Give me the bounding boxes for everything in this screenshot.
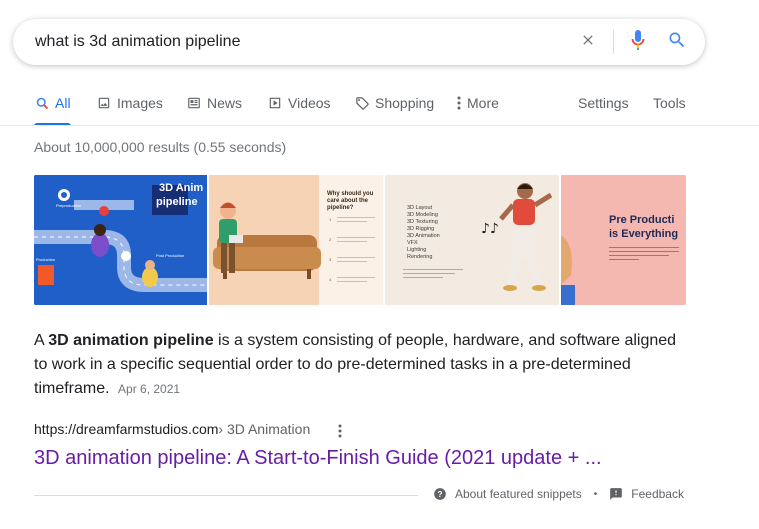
tab-label: More: [467, 95, 499, 111]
feedback-icon: [609, 487, 623, 501]
tab-label: Settings: [578, 95, 629, 111]
image-3-list-8: Rendering: [407, 254, 432, 260]
tab-all[interactable]: All: [34, 94, 71, 126]
tab-images[interactable]: Images: [96, 94, 163, 126]
tab-label: News: [207, 95, 243, 111]
tabs-divider: [0, 125, 759, 126]
result-stats: About 10,000,000 results (0.55 seconds): [34, 139, 287, 155]
search-icon: [34, 95, 50, 111]
featured-image-4[interactable]: Pre Producti is Everything: [561, 175, 686, 305]
snippet-prefix: A: [34, 332, 49, 349]
close-icon: [580, 32, 596, 53]
svg-text:?: ?: [438, 490, 443, 499]
image-3-list-1: 3D Layout: [407, 205, 433, 211]
result-title-link[interactable]: 3D animation pipeline: A Start-to-Finish…: [34, 447, 602, 470]
search-button[interactable]: [663, 19, 691, 65]
tab-tools[interactable]: Tools: [653, 94, 686, 126]
image-1-label-postproduction: Post Production: [156, 253, 184, 258]
tab-label: Tools: [653, 95, 686, 111]
image-2-heading-line1: Why should you: [327, 191, 374, 197]
feedback-link[interactable]: Feedback: [609, 487, 684, 501]
feedback-label: Feedback: [631, 487, 684, 501]
help-icon: ?: [433, 487, 447, 501]
featured-images: 3D Anim pipeline Preproduction Productio…: [34, 175, 686, 305]
image-3-list-5: 3D Animation: [407, 233, 440, 239]
pre-production-illustration: Pre Producti is Everything: [561, 175, 686, 305]
news-icon: [186, 95, 202, 111]
featured-snippet-text: A 3D animation pipeline is a system cons…: [34, 329, 684, 401]
video-icon: [267, 95, 283, 111]
image-4-heading-line1: Pre Producti: [609, 214, 674, 226]
clear-search-button[interactable]: [573, 19, 603, 65]
result-options-button[interactable]: [334, 421, 346, 441]
image-4-heading-line2: is Everything: [609, 228, 678, 240]
image-1-label-production: Production: [36, 257, 55, 262]
tab-shopping[interactable]: Shopping: [354, 94, 434, 126]
tab-label: Videos: [288, 95, 331, 111]
featured-image-3[interactable]: 3D Layout 3D Modeling 3D Texturing 3D Ri…: [385, 175, 559, 305]
image-3-list-3: 3D Texturing: [407, 219, 438, 225]
footer-bullet: •: [593, 488, 598, 500]
pipeline-roadmap-illustration: 3D Anim pipeline Preproduction Productio…: [34, 175, 207, 305]
image-2-heading-line3: pipeline?: [327, 205, 354, 211]
featured-image-1[interactable]: 3D Anim pipeline Preproduction Productio…: [34, 175, 207, 305]
more-vert-icon: [338, 424, 342, 438]
image-1-title-line1: 3D Anim: [159, 182, 203, 194]
tab-settings[interactable]: Settings: [578, 94, 629, 126]
image-3-list-2: 3D Modeling: [407, 212, 438, 218]
tab-more[interactable]: More: [455, 94, 499, 126]
image-1-label-preproduction: Preproduction: [56, 203, 81, 208]
tab-videos[interactable]: Videos: [267, 94, 331, 126]
snippet-date: Apr 6, 2021: [118, 382, 181, 396]
music-note-icon: ♪♪: [481, 221, 499, 237]
image-2-heading-line2: care about the: [327, 198, 369, 204]
tab-news[interactable]: News: [186, 94, 242, 126]
search-input[interactable]: [35, 19, 555, 65]
tab-label: All: [55, 95, 71, 111]
search-icon: [667, 30, 687, 55]
sofa-character-illustration: Why should you care about the pipeline? …: [209, 175, 383, 305]
result-url: https://dreamfarmstudios.com: [34, 421, 219, 437]
tab-label: Shopping: [375, 95, 435, 111]
tag-icon: [354, 95, 370, 111]
microphone-icon: [630, 29, 646, 56]
image-3-list-7: Lighting: [407, 247, 426, 253]
tab-label: Images: [117, 95, 163, 111]
snippet-footer-divider: [34, 495, 418, 496]
search-bar-divider: [613, 30, 614, 54]
snippet-bold-term: 3D animation pipeline: [48, 332, 214, 349]
snippet-footer: ? About featured snippets • Feedback: [433, 487, 684, 501]
dancing-character-illustration: 3D Layout 3D Modeling 3D Texturing 3D Ri…: [385, 175, 559, 305]
search-bar: [13, 19, 705, 65]
image-icon: [96, 95, 112, 111]
about-featured-snippets-link[interactable]: ? About featured snippets: [433, 487, 582, 501]
voice-search-button[interactable]: [625, 19, 651, 65]
image-1-title-line2: pipeline: [156, 196, 198, 208]
result-breadcrumb: › 3D Animation: [218, 421, 311, 437]
about-featured-snippets-label: About featured snippets: [455, 487, 582, 501]
image-3-list-6: VFX: [407, 240, 418, 246]
featured-image-2[interactable]: Why should you care about the pipeline? …: [209, 175, 383, 305]
image-3-list-4: 3D Rigging: [407, 226, 434, 232]
more-vert-icon: [455, 95, 463, 111]
result-cite: https://dreamfarmstudios.com › 3D Animat…: [34, 421, 342, 438]
